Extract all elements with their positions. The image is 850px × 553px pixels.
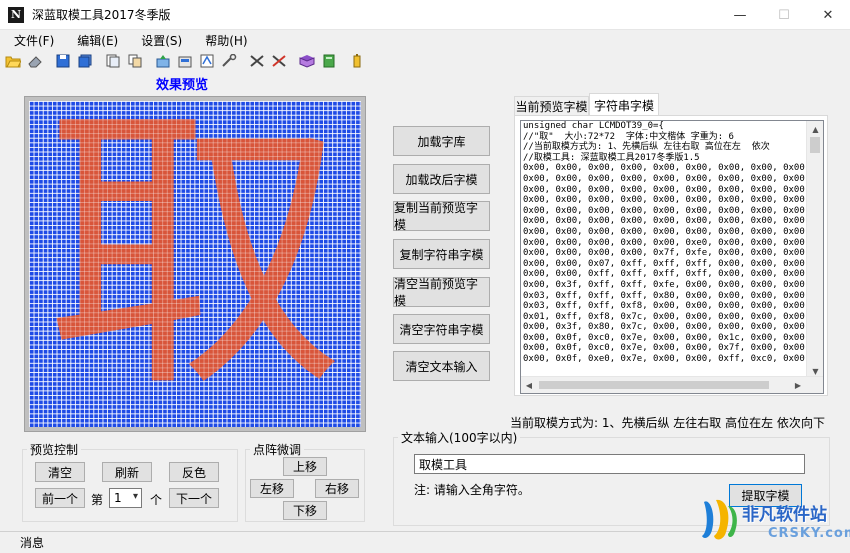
code-line: 0x00, 0x00, 0x00, 0x00, 0x00, 0xe0, 0x00… — [523, 237, 805, 248]
chevron-down-icon: ▾ — [132, 491, 138, 502]
text-input-value: 取模工具 — [419, 457, 468, 472]
move-left-button[interactable]: 左移 — [250, 479, 294, 498]
preview-title: 效果预览 — [155, 78, 208, 93]
code-line: 0x00, 0x0f, 0xc0, 0x7e, 0x00, 0x00, 0x1c… — [523, 332, 805, 343]
move-up-button[interactable]: 上移 — [283, 457, 327, 476]
code-line: 0x00, 0x00, 0xff, 0xff, 0xff, 0xff, 0x00… — [523, 269, 805, 280]
code-line: 0x00, 0x00, 0x00, 0x00, 0x00, 0x00, 0x00… — [523, 205, 805, 216]
horizontal-scrollbar[interactable]: ◀ ▶ — [521, 376, 823, 393]
minimize-button[interactable]: — — [718, 0, 762, 30]
font-add-icon[interactable] — [198, 52, 216, 70]
preview-control-legend: 预览控制 — [30, 443, 79, 457]
battery-icon[interactable] — [348, 52, 366, 70]
menu-bar: 文件(F) 编辑(E) 设置(S) 帮助(H) — [0, 30, 850, 50]
save-icon[interactable] — [54, 52, 72, 70]
page-label: 第 — [91, 493, 104, 507]
code-line: 0x00, 0x0f, 0xe0, 0x7e, 0x00, 0x00, 0xff… — [523, 354, 805, 365]
code-line: 0x00, 0x3f, 0x80, 0x7c, 0x00, 0x00, 0x00… — [523, 322, 805, 333]
code-line: 0x00, 0x00, 0x00, 0x00, 0x00, 0x00, 0x00… — [523, 173, 805, 184]
invert-button[interactable]: 反色 — [169, 462, 219, 482]
watermark-text: 非凡软件站 — [742, 505, 827, 525]
copy-icon[interactable] — [104, 52, 122, 70]
code-line: 0x00, 0x0f, 0xc0, 0x7e, 0x00, 0x00, 0x7f… — [523, 343, 805, 354]
code-line: 0x00, 0x3f, 0xff, 0xff, 0xfe, 0x00, 0x00… — [523, 279, 805, 290]
prev-button[interactable]: 前一个 — [35, 488, 85, 508]
move-right-button[interactable]: 右移 — [315, 479, 359, 498]
tab-current-preview[interactable]: 当前预览字模 — [514, 96, 589, 116]
page-unit: 个 — [150, 493, 163, 507]
close-button[interactable]: ✕ — [806, 0, 850, 30]
move-down-button[interactable]: 下移 — [283, 501, 327, 520]
input-note: 注: 请输入全角字符。 — [414, 483, 530, 497]
code-line: 0x00, 0x00, 0x00, 0x00, 0x00, 0x00, 0x00… — [523, 163, 805, 174]
scroll-up-icon[interactable]: ▲ — [807, 121, 823, 137]
export-icon[interactable] — [154, 52, 172, 70]
text-input-legend: 文本输入(100字以内) — [401, 431, 518, 445]
clear-string-button[interactable]: 清空字符串字模 — [393, 314, 490, 344]
code-line: 0x00, 0x00, 0x00, 0x00, 0x00, 0x00, 0x00… — [523, 226, 805, 237]
hscroll-thumb[interactable] — [539, 381, 769, 389]
tab-string-glyph[interactable]: 字符串字模 — [589, 93, 659, 116]
nudge-legend: 点阵微调 — [253, 443, 302, 457]
menu-edit[interactable]: 编辑(E) — [63, 32, 127, 49]
tools-icon[interactable] — [220, 52, 238, 70]
grid-overlay — [29, 101, 361, 427]
code-line: 0x00, 0x00, 0x00, 0x00, 0x00, 0x00, 0x00… — [523, 184, 805, 195]
code-line: //"取" 大小:72*72 字体:中文楷体 字重为: 6 — [523, 131, 734, 142]
code-text: unsigned char LCMDOT39_0={//"取" 大小:72*72… — [523, 121, 808, 379]
clear-preview-button[interactable]: 清空当前预览字模 — [393, 277, 490, 308]
code-line: 0x01, 0xff, 0xf8, 0x7c, 0x00, 0x00, 0x00… — [523, 311, 805, 322]
code-line: 0x03, 0xff, 0xff, 0xff, 0x80, 0x00, 0x00… — [523, 290, 805, 301]
maximize-button[interactable]: ☐ — [762, 0, 806, 30]
status-text: 消息 — [20, 536, 45, 550]
open-folder-icon[interactable] — [4, 52, 22, 70]
clear-button[interactable]: 清空 — [35, 462, 85, 482]
scroll-thumb[interactable] — [810, 137, 820, 153]
glyph-layer: 取 — [29, 101, 361, 427]
next-button[interactable]: 下一个 — [169, 488, 219, 508]
code-line: 0x00, 0x00, 0x07, 0xff, 0xff, 0xff, 0x00… — [523, 258, 805, 269]
copy-string-button[interactable]: 复制字符串字模 — [393, 239, 490, 269]
window-title: 深蓝取模工具2017冬季版 — [32, 8, 171, 22]
watermark: 非凡软件站 CRSKY.com — [700, 494, 850, 549]
code-line: //取模工具: 深蓝取模工具2017冬季版1.5 — [523, 152, 700, 163]
toolbar — [0, 50, 850, 72]
book-green-icon[interactable] — [320, 52, 338, 70]
code-line: 0x00, 0x00, 0x00, 0x00, 0x00, 0x00, 0x00… — [523, 216, 805, 227]
vertical-scrollbar[interactable]: ▲ ▼ — [806, 121, 823, 379]
save-all-icon[interactable] — [76, 52, 94, 70]
watermark-logo — [702, 499, 737, 540]
code-line: unsigned char LCMDOT39_0={ — [523, 121, 664, 131]
code-line: 0x00, 0x00, 0x00, 0x00, 0x7f, 0xfe, 0x00… — [523, 248, 805, 259]
preview-frame: 取 — [24, 96, 366, 432]
watermark-sub: CRSKY.com — [768, 526, 850, 541]
code-line: //当前取模方式为: 1、先横后纵 左往右取 高位在左 依次 — [523, 142, 770, 153]
crossed-tools-icon[interactable] — [248, 52, 266, 70]
scroll-left-icon[interactable]: ◀ — [521, 377, 537, 393]
book-purple-icon[interactable] — [298, 52, 316, 70]
dot-matrix-grid[interactable]: 取 — [29, 101, 361, 427]
load-font-button[interactable]: 加载字库 — [393, 126, 490, 156]
refresh-button[interactable]: 刷新 — [102, 462, 152, 482]
text-input-field[interactable]: 取模工具 — [414, 454, 805, 474]
page-value: 1 — [114, 491, 122, 505]
import-icon[interactable] — [176, 52, 194, 70]
copy-multi-icon[interactable] — [126, 52, 144, 70]
menu-help[interactable]: 帮助(H) — [191, 32, 256, 49]
clear-text-button[interactable]: 清空文本输入 — [393, 351, 490, 381]
code-line: 0x03, 0xff, 0xff, 0xf8, 0x00, 0x00, 0x00… — [523, 301, 805, 312]
scroll-right-icon[interactable]: ▶ — [790, 377, 806, 393]
menu-settings[interactable]: 设置(S) — [127, 32, 191, 49]
tools-red-icon[interactable] — [270, 52, 288, 70]
copy-preview-button[interactable]: 复制当前预览字模 — [393, 201, 490, 232]
menu-file[interactable]: 文件(F) — [0, 32, 63, 49]
code-line: 0x00, 0x00, 0x00, 0x00, 0x00, 0x00, 0x00… — [523, 195, 805, 206]
title-bar: N 深蓝取模工具2017冬季版 — ☐ ✕ — [0, 0, 850, 30]
load-modified-button[interactable]: 加载改后字模 — [393, 164, 490, 194]
app-icon: N — [8, 6, 24, 23]
eraser-icon[interactable] — [26, 52, 44, 70]
page-select[interactable]: 1 ▾ — [109, 488, 142, 508]
code-output[interactable]: unsigned char LCMDOT39_0={//"取" 大小:72*72… — [520, 120, 824, 394]
